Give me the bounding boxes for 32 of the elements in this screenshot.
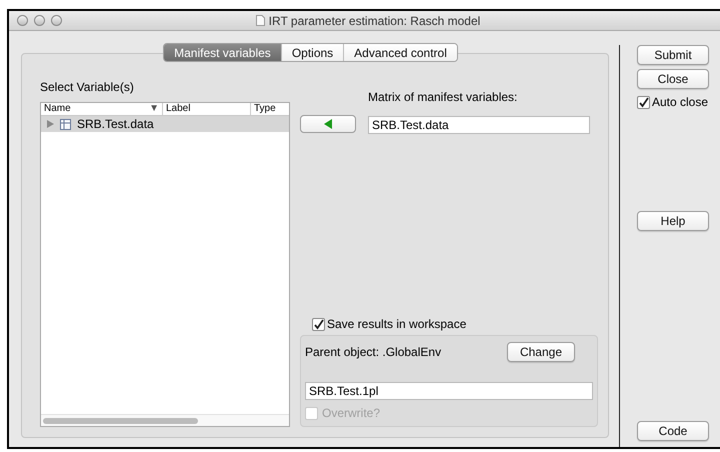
variable-row[interactable]: SRB.Test.data bbox=[41, 116, 289, 132]
auto-close-checkbox[interactable] bbox=[637, 96, 650, 108]
checkbox-label: Save results in workspace bbox=[327, 316, 466, 333]
close-button[interactable]: Close bbox=[637, 69, 709, 89]
column-header[interactable]: Type bbox=[251, 103, 289, 115]
window-control-icon[interactable] bbox=[51, 15, 62, 26]
column-header[interactable]: Name ▼ bbox=[41, 103, 163, 115]
column-header[interactable]: Label bbox=[163, 103, 251, 115]
section-title: Select Variable(s) bbox=[40, 79, 135, 96]
left-arrow-icon bbox=[324, 119, 332, 129]
window-title: IRT parameter estimation: Rasch model bbox=[268, 12, 480, 30]
data-frame-icon bbox=[60, 118, 71, 130]
window-control-icon[interactable] bbox=[34, 15, 45, 26]
field-label: Matrix of manifest variables: bbox=[368, 89, 518, 106]
submit-button[interactable]: Submit bbox=[637, 45, 709, 65]
window-control-icon[interactable] bbox=[17, 15, 28, 26]
tab[interactable]: Options bbox=[280, 44, 344, 61]
checkbox-label: Auto close bbox=[652, 94, 708, 111]
parent-object-label: Parent object: .GlobalEnv bbox=[305, 344, 442, 361]
save-checkbox[interactable] bbox=[312, 318, 325, 330]
tab[interactable]: Advanced control bbox=[343, 44, 457, 61]
object-name-field[interactable]: SRB.Test.1pl bbox=[305, 382, 593, 400]
checkbox-label: Overwrite? bbox=[322, 405, 380, 422]
tab[interactable]: Manifest variables bbox=[164, 44, 281, 61]
disclosure-triangle-icon[interactable] bbox=[47, 120, 54, 128]
help-button[interactable]: Help bbox=[637, 211, 709, 231]
change-button[interactable]: Change bbox=[507, 342, 575, 362]
scrollbar-thumb[interactable] bbox=[43, 418, 198, 424]
add-button[interactable] bbox=[300, 115, 356, 133]
matrix-field[interactable]: SRB.Test.data bbox=[368, 116, 590, 134]
code-button[interactable]: Code bbox=[637, 421, 709, 441]
document-icon bbox=[256, 15, 265, 26]
